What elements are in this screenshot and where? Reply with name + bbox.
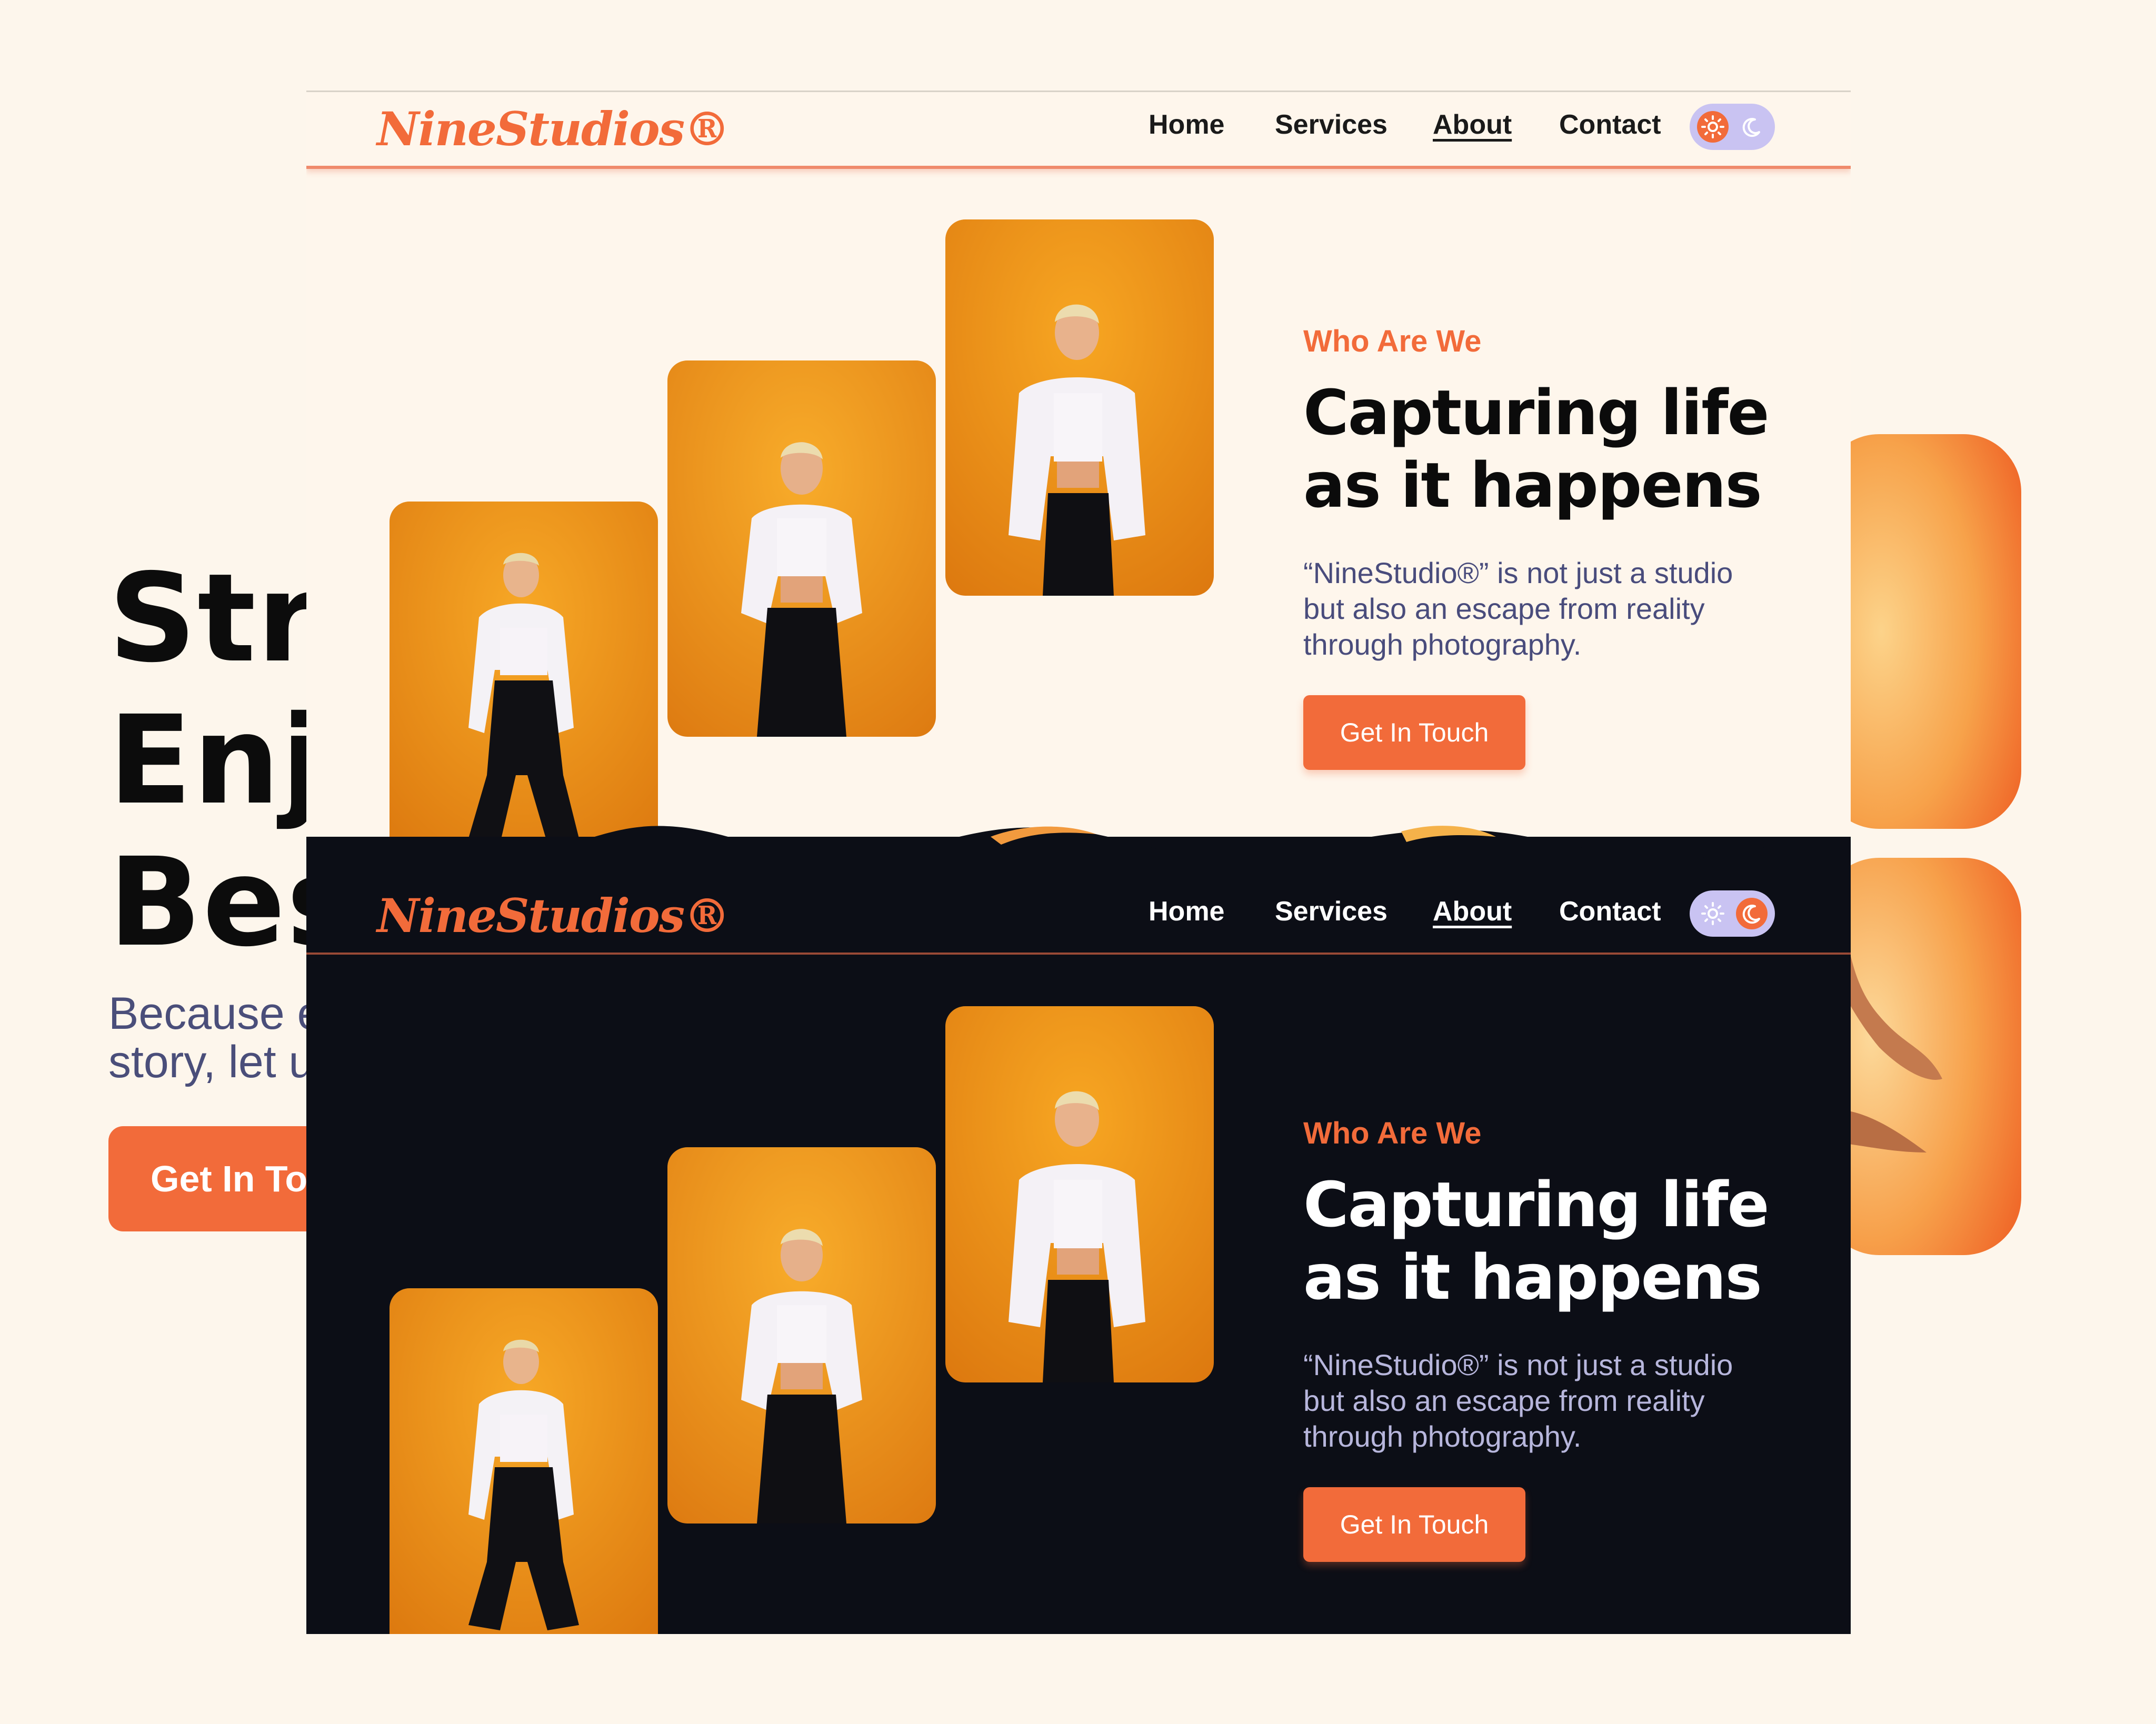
photo-model-hands-on-hips: [667, 1147, 936, 1523]
nav-link-services[interactable]: Services: [1275, 896, 1388, 927]
brand-logo[interactable]: NineStudios®: [377, 888, 730, 943]
background-photo-arm-bent: [1821, 858, 2021, 1255]
nav-link-services[interactable]: Services: [1275, 109, 1388, 141]
nav-link-contact[interactable]: Contact: [1559, 896, 1661, 927]
section-headline: Capturing life as it happens: [1303, 1168, 1770, 1314]
photo-model-leaning: [390, 1288, 658, 1634]
background-subtitle-line: story, let u: [108, 1037, 314, 1087]
headline-line: Capturing life: [1303, 376, 1770, 449]
theme-toggle[interactable]: [1690, 890, 1775, 937]
description-line: but also an escape from reality: [1303, 592, 1705, 625]
headline-line: as it happens: [1303, 449, 1762, 522]
get-in-touch-button[interactable]: Get In Touch: [1303, 1487, 1525, 1562]
section-headline: Capturing life as it happens: [1303, 376, 1770, 522]
about-section-light-theme: NineStudios® Home Services About Contact: [306, 91, 1851, 881]
moon-icon[interactable]: [1735, 110, 1769, 144]
nav-link-home[interactable]: Home: [1149, 109, 1224, 141]
description-line: through photography.: [1303, 628, 1582, 661]
theme-divider-wave: [306, 826, 1851, 889]
photo-model-smiling: [945, 219, 1214, 596]
headline-line: Capturing life: [1303, 1168, 1770, 1241]
description-line: “NineStudio®” is not just a studio: [1303, 556, 1733, 589]
background-photo-arm-raised: [1821, 434, 2021, 829]
get-in-touch-button[interactable]: Get In Touch: [1303, 695, 1525, 770]
nav-link-about[interactable]: About: [1433, 896, 1512, 927]
about-section-dark-theme: NineStudios® Home Services About Contact: [306, 837, 1851, 1634]
navbar: NineStudios® Home Services About Contact: [306, 92, 1851, 169]
description-line: but also an escape from reality: [1303, 1384, 1705, 1417]
nav-link-contact[interactable]: Contact: [1559, 109, 1661, 141]
moon-icon[interactable]: [1735, 897, 1769, 930]
section-eyebrow: Who Are We: [1303, 1116, 1482, 1150]
section-eyebrow: Who Are We: [1303, 324, 1482, 358]
sun-icon[interactable]: [1696, 897, 1730, 930]
description-line: through photography.: [1303, 1420, 1582, 1453]
section-description: “NineStudio®” is not just a studio but a…: [1303, 555, 1809, 663]
description-line: “NineStudio®” is not just a studio: [1303, 1348, 1733, 1381]
background-hero-subtitle: Because e story, let u: [108, 989, 322, 1086]
photo-model-hands-on-hips: [667, 360, 936, 737]
nav-link-about[interactable]: About: [1433, 109, 1512, 141]
nav-link-home[interactable]: Home: [1149, 896, 1224, 927]
photo-model-smiling: [945, 1006, 1214, 1382]
theme-toggle[interactable]: [1690, 104, 1775, 150]
background-subtitle-line: Because e: [108, 988, 323, 1039]
headline-line: as it happens: [1303, 1241, 1762, 1314]
section-description: “NineStudio®” is not just a studio but a…: [1303, 1347, 1809, 1455]
brand-logo[interactable]: NineStudios®: [377, 102, 730, 156]
navbar: NineStudios® Home Services About Contact: [306, 879, 1851, 955]
sun-icon[interactable]: [1696, 110, 1730, 144]
